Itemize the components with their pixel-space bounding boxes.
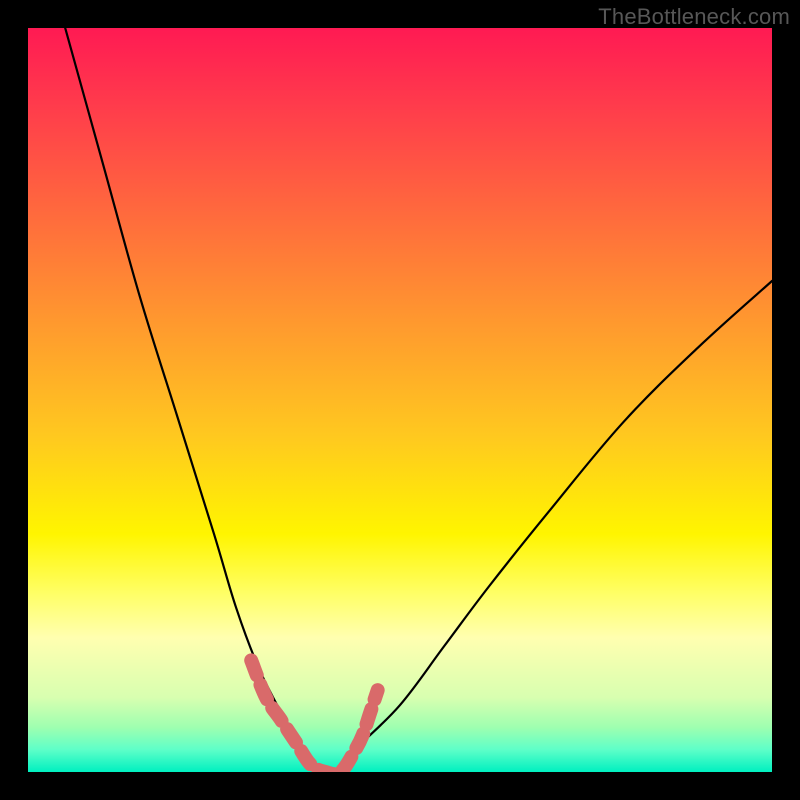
marker-segment-path bbox=[251, 660, 377, 772]
plot-area bbox=[28, 28, 772, 772]
bottleneck-curve-svg bbox=[28, 28, 772, 772]
watermark-text: TheBottleneck.com bbox=[598, 4, 790, 30]
chart-frame: TheBottleneck.com bbox=[0, 0, 800, 800]
bottleneck-curve-path bbox=[65, 28, 772, 772]
